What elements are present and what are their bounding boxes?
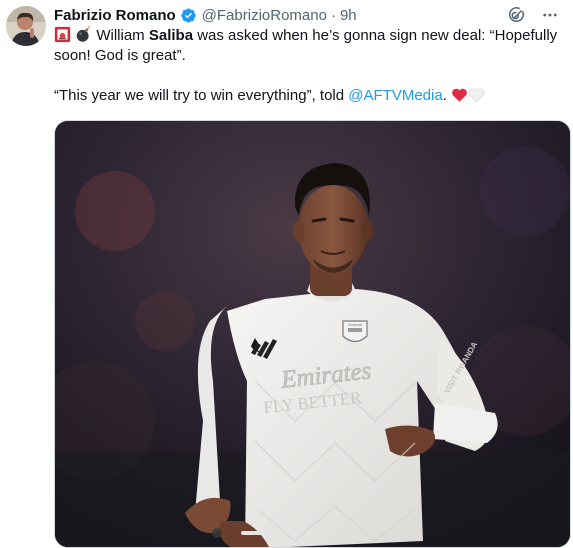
bomb-emoji-icon: [75, 25, 92, 43]
header-actions: [507, 6, 565, 24]
hearts-emoji: [451, 87, 485, 109]
tweet-photo[interactable]: Arsenal Emirates FLY BETTER VISIT RWANDA: [54, 120, 571, 548]
separator-dot: ·: [330, 6, 336, 24]
tweet-text: William Saliba was asked when he’s gonna…: [54, 25, 566, 109]
tweet-text-bold: Saliba: [148, 27, 194, 44]
tweet-paragraph-1: William Saliba was asked when he’s gonna…: [54, 25, 566, 66]
crest-text: Arsenal: [348, 322, 362, 327]
more-icon[interactable]: [541, 6, 559, 24]
grok-icon[interactable]: [507, 6, 525, 24]
author-name[interactable]: Fabrizio Romano: [54, 7, 176, 24]
tweet-text-end: .: [442, 87, 447, 104]
mention-link[interactable]: @AFTVMedia: [348, 87, 442, 104]
tweet-text-part1: William: [92, 27, 149, 44]
tweet-paragraph-2: “This year we will try to win everything…: [54, 86, 566, 109]
red-heart-emoji-icon: [452, 88, 467, 102]
siren-emoji-icon: [54, 26, 71, 43]
author-avatar[interactable]: [6, 6, 46, 46]
author-handle[interactable]: @FabrizioRomano: [202, 7, 327, 24]
tweet-header: Fabrizio Romano @FabrizioRomano · 9h: [54, 4, 565, 26]
white-heart-emoji-icon: [468, 88, 485, 103]
watermark-dot: [212, 528, 222, 538]
tweet[interactable]: Fabrizio Romano @FabrizioRomano · 9h Wil…: [0, 0, 573, 548]
tweet-time[interactable]: 9h: [340, 7, 357, 24]
verified-badge-icon: [180, 7, 197, 24]
tweet-text-quote: “This year we will try to win everything…: [54, 87, 349, 104]
